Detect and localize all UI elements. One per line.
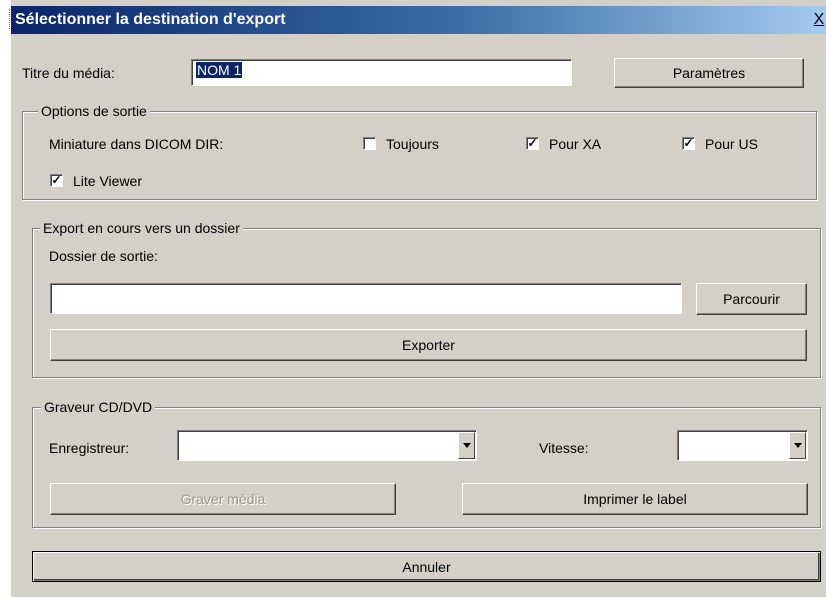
output-folder-input[interactable] bbox=[50, 283, 682, 314]
output-options-legend: Options de sortie bbox=[38, 103, 150, 119]
checkbox-lite-viewer-label: Lite Viewer bbox=[73, 173, 143, 189]
title-bar[interactable]: Sélectionner la destination d'export X bbox=[11, 6, 826, 34]
cancel-button[interactable]: Annuler bbox=[32, 551, 821, 582]
output-folder-label: Dossier de sortie: bbox=[49, 248, 158, 264]
check-icon: ✓ bbox=[51, 173, 62, 187]
burn-media-button-label: Graver média bbox=[180, 491, 266, 507]
close-button[interactable]: X bbox=[812, 10, 826, 30]
speed-label: Vitesse: bbox=[539, 440, 589, 456]
folder-export-legend: Export en cours vers un dossier bbox=[40, 220, 243, 236]
checkbox-toujours[interactable] bbox=[363, 137, 376, 150]
recorder-label: Enregistreur: bbox=[49, 440, 130, 456]
cancel-button-label: Annuler bbox=[402, 558, 451, 575]
check-icon: ✓ bbox=[527, 136, 538, 150]
checkbox-pour-us-label: Pour US bbox=[705, 136, 758, 152]
checkbox-pour-us[interactable]: ✓ bbox=[682, 137, 695, 150]
export-button[interactable]: Exporter bbox=[50, 329, 807, 361]
close-icon: X bbox=[813, 11, 825, 28]
export-dialog: Sélectionner la destination d'export X T… bbox=[11, 0, 826, 597]
thumbnail-label: Miniature dans DICOM DIR: bbox=[49, 136, 224, 152]
speed-dropdown-button[interactable] bbox=[789, 432, 806, 459]
media-title-value: NOM 1 bbox=[196, 62, 243, 78]
print-label-button[interactable]: Imprimer le label bbox=[462, 483, 808, 515]
browse-button-label: Parcourir bbox=[723, 291, 780, 307]
burn-media-button[interactable]: Graver média bbox=[50, 483, 396, 515]
chevron-down-icon bbox=[462, 443, 471, 448]
settings-button[interactable]: Paramètres bbox=[614, 58, 804, 88]
recorder-select[interactable] bbox=[177, 430, 477, 461]
media-title-label: Titre du média: bbox=[22, 65, 115, 81]
settings-button-label: Paramètres bbox=[672, 65, 746, 81]
media-title-input[interactable]: NOM 1 bbox=[191, 59, 572, 86]
export-button-label: Exporter bbox=[402, 337, 455, 353]
check-icon: ✓ bbox=[683, 136, 694, 150]
window-title: Sélectionner la destination d'export bbox=[15, 11, 286, 28]
burner-legend: Graveur CD/DVD bbox=[41, 399, 156, 415]
recorder-dropdown-button[interactable] bbox=[458, 432, 475, 459]
checkbox-pour-xa-label: Pour XA bbox=[549, 136, 602, 152]
print-label-button-label: Imprimer le label bbox=[583, 491, 687, 507]
checkbox-lite-viewer[interactable]: ✓ bbox=[50, 174, 63, 187]
checkbox-pour-xa[interactable]: ✓ bbox=[526, 137, 539, 150]
browse-button[interactable]: Parcourir bbox=[696, 283, 807, 315]
checkbox-toujours-label: Toujours bbox=[386, 136, 439, 152]
chevron-down-icon bbox=[793, 443, 802, 448]
